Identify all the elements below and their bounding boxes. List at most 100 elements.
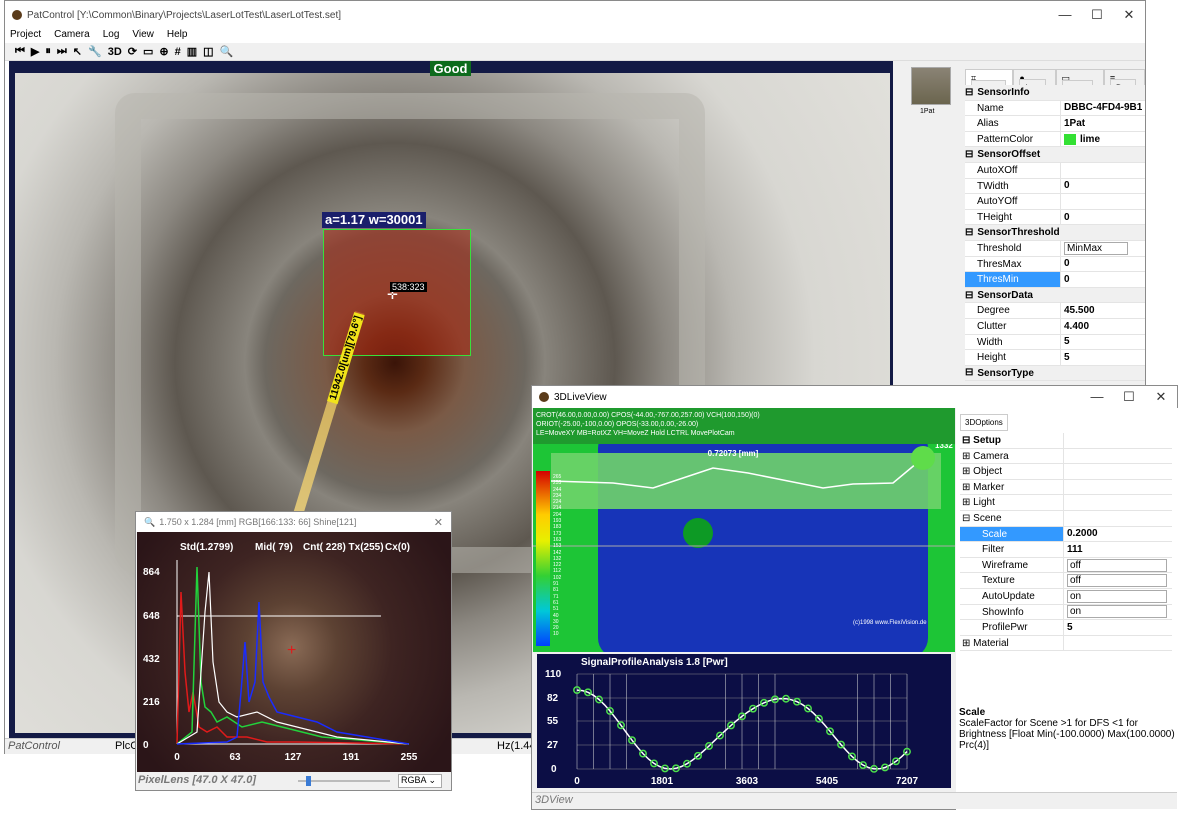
grid-icon[interactable]: # [175, 46, 181, 58]
property-row[interactable]: Name DBBC-4FD4-9B1 [965, 100, 1145, 117]
mode-select[interactable]: RGBA ⌄ [398, 774, 442, 788]
property-value[interactable]: 5 [1061, 352, 1070, 363]
property-value[interactable]: 1Pat [1061, 118, 1085, 129]
property-row[interactable]: Clutter 4.400 [965, 318, 1145, 335]
property-dropdown[interactable]: MinMax [1064, 241, 1128, 255]
option-value[interactable]: off [1064, 558, 1167, 572]
property-category[interactable]: ⊟ SensorOffset [965, 147, 1145, 163]
property-value[interactable]: DBBC-4FD4-9B1 [1061, 102, 1142, 113]
property-row[interactable]: Width 5 [965, 334, 1145, 351]
close-icon[interactable]: ✕ [434, 516, 443, 529]
collapse-icon[interactable]: ⊟ [965, 367, 973, 378]
menu-log[interactable]: Log [103, 29, 120, 43]
option-dropdown[interactable]: off [1067, 574, 1167, 588]
option-row[interactable]: ⊞ Material [960, 635, 1172, 652]
option-row[interactable]: ProfilePwr 5 [960, 620, 1172, 636]
profile-width-label: 0.72073 [mm] [708, 449, 759, 458]
expand-icon[interactable]: ⊞ [962, 451, 973, 462]
property-row[interactable]: PatternColor lime [965, 131, 1145, 148]
option-label: Texture [982, 575, 1015, 587]
option-value[interactable]: 5 [1064, 622, 1073, 633]
menu-camera[interactable]: Camera [54, 29, 90, 43]
zoom-slider[interactable] [298, 776, 390, 786]
maximize-button[interactable]: ☐ [1081, 1, 1113, 29]
frame-icon[interactable]: ▭ [143, 45, 153, 58]
3d-button[interactable]: 3D [108, 46, 122, 58]
option-value[interactable]: on [1064, 605, 1167, 619]
collapse-icon[interactable]: ⊟ [965, 227, 973, 238]
menu-project[interactable]: Project [10, 29, 41, 43]
minimize-button[interactable]: — [1049, 1, 1081, 29]
property-row[interactable]: Alias 1Pat [965, 116, 1145, 132]
step-forward-icon[interactable]: ⏭ [57, 45, 67, 58]
option-row[interactable]: Filter 111 [960, 542, 1172, 558]
rotate-icon[interactable]: ⟳ [128, 45, 137, 58]
option-row[interactable]: ⊞ Camera [960, 448, 1172, 465]
play-icon[interactable]: ▶ [31, 45, 39, 58]
property-row[interactable]: Height 5 [965, 350, 1145, 366]
collapse-icon[interactable]: ⊟ [962, 435, 973, 446]
3d-canvas[interactable]: 0.72073 [mm] 1332 (c)1998 www.FlexiVisio… [533, 408, 955, 652]
pointer-icon[interactable]: ↖ [73, 45, 82, 58]
property-value[interactable]: 0 [1061, 180, 1070, 191]
option-dropdown[interactable]: on [1067, 605, 1167, 619]
property-value[interactable]: MinMax [1061, 241, 1128, 255]
property-row[interactable]: AutoXOff [965, 162, 1145, 179]
property-value[interactable]: 45.500 [1061, 305, 1095, 316]
option-value[interactable]: 0.2000 [1064, 528, 1098, 539]
collapse-icon[interactable]: ⊟ [962, 513, 973, 524]
option-row[interactable]: ⊞ Marker [960, 479, 1172, 496]
option-row[interactable]: ShowInfo on [960, 604, 1172, 621]
option-row[interactable]: ⊟ Setup [960, 433, 1172, 449]
option-row[interactable]: Scale 0.2000 [960, 526, 1172, 543]
pause-icon[interactable]: ⏸ [45, 45, 51, 58]
option-row[interactable]: ⊟ Scene [960, 510, 1172, 527]
target-icon[interactable]: ⊕ [159, 45, 168, 58]
expand-icon[interactable]: ⊞ [962, 638, 973, 649]
option-dropdown[interactable]: off [1067, 558, 1167, 572]
option-row[interactable]: ⊞ Object [960, 464, 1172, 480]
property-row[interactable]: Degree 45.500 [965, 303, 1145, 319]
option-row[interactable]: AutoUpdate on [960, 588, 1172, 605]
histogram-icon[interactable]: ▥ [187, 45, 197, 58]
property-row[interactable]: THeight 0 [965, 209, 1145, 226]
property-row[interactable]: ThresMin 0 [965, 272, 1145, 288]
menu-help[interactable]: Help [167, 29, 188, 43]
property-category[interactable]: ⊟ SensorThreshold [965, 225, 1145, 241]
pattern-thumbnail[interactable] [911, 67, 951, 105]
property-category[interactable]: ⊟ SensorType [965, 365, 1145, 382]
expand-icon[interactable]: ⊞ [962, 497, 973, 508]
property-row[interactable]: ThresMax 0 [965, 256, 1145, 273]
option-row[interactable]: Wireframe off [960, 557, 1172, 574]
property-value[interactable]: 5 [1061, 336, 1070, 347]
property-value[interactable]: 0 [1061, 258, 1070, 269]
step-back-icon[interactable]: ⏮ [15, 45, 25, 58]
property-row[interactable]: TWidth 0 [965, 178, 1145, 195]
collapse-icon[interactable]: ⊟ [965, 149, 973, 160]
option-value[interactable]: off [1064, 574, 1167, 588]
close-button[interactable]: ✕ [1113, 1, 1145, 29]
property-value[interactable]: 0 [1061, 212, 1070, 223]
option-value[interactable]: on [1064, 589, 1167, 603]
property-value[interactable]: lime [1061, 133, 1100, 145]
property-value[interactable]: 4.400 [1061, 321, 1089, 332]
property-value-text: 0 [1064, 273, 1070, 285]
property-row[interactable]: Threshold MinMax [965, 240, 1145, 257]
collapse-icon[interactable]: ⊟ [965, 290, 973, 301]
crop-icon[interactable]: ◫ [203, 45, 213, 58]
property-row[interactable]: AutoYOff [965, 194, 1145, 210]
zoom-icon[interactable]: 🔍 [220, 45, 234, 58]
expand-icon[interactable]: ⊞ [962, 482, 973, 493]
property-category[interactable]: ⊟ SensorInfo [965, 85, 1145, 101]
expand-icon[interactable]: ⊞ [962, 466, 973, 477]
property-value[interactable]: 0 [1061, 274, 1070, 285]
option-value[interactable]: 111 [1064, 544, 1083, 555]
option-dropdown[interactable]: on [1067, 589, 1167, 603]
option-row[interactable]: Texture off [960, 573, 1172, 589]
collapse-icon[interactable]: ⊟ [965, 87, 973, 98]
tab-3d-options[interactable]: 3DOptions [960, 414, 1008, 431]
menu-view[interactable]: View [132, 29, 154, 43]
wrench-icon[interactable]: 🔧 [88, 45, 102, 58]
option-row[interactable]: ⊞ Light [960, 495, 1172, 511]
property-category[interactable]: ⊟ SensorData [965, 287, 1145, 304]
